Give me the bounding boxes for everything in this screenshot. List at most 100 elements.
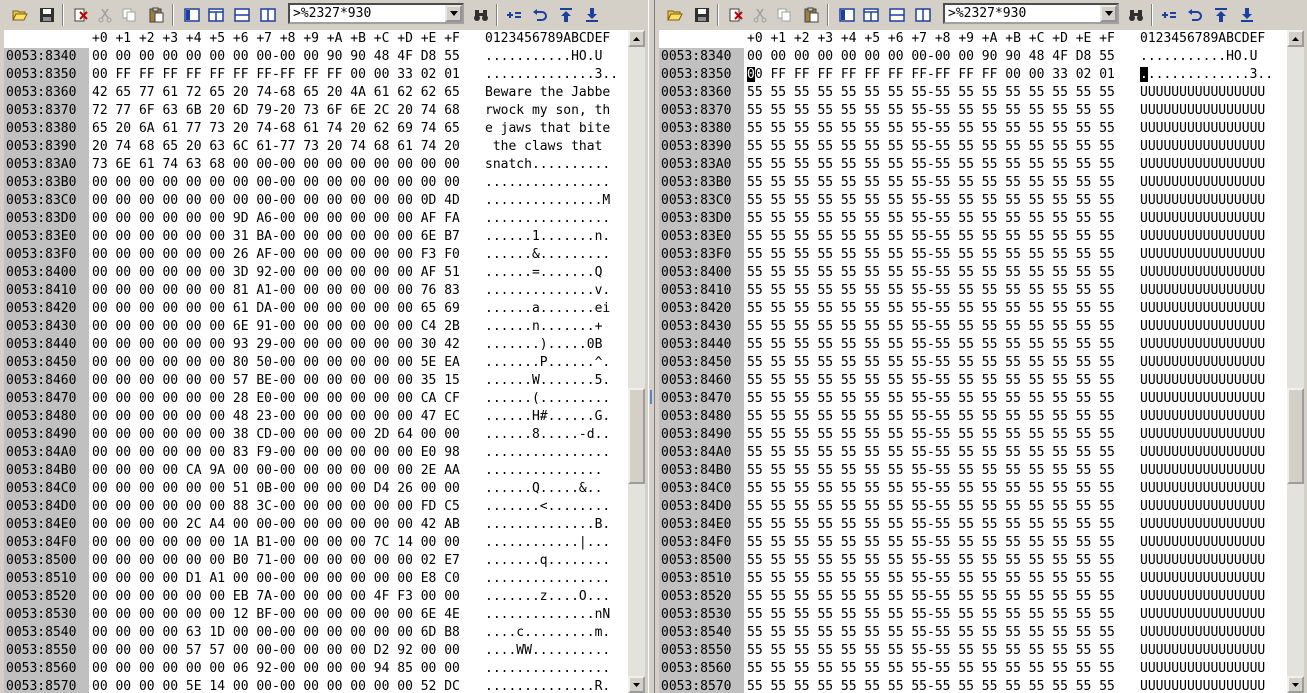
hex-row[interactable]: 0053:83E0 55 55 55 55 55 55 55 55-55 55 5… [659,228,1287,246]
hex-row[interactable]: 0053:8350 00 FF FF FF FF FF FF FF-FF FF F… [659,66,1287,84]
hex-row[interactable]: 0053:8570 00 00 00 00 5E 14 00 00-00 00 0… [4,678,628,693]
hex-row[interactable]: 0053:8360 42 65 77 61 72 65 20 74-68 65 2… [4,84,628,102]
hex-row[interactable]: 0053:8460 55 55 55 55 55 55 55 55-55 55 5… [659,372,1287,390]
hex-row[interactable]: 0053:8350 00 FF FF FF FF FF FF FF-FF FF F… [4,66,628,84]
hex-row[interactable]: 0053:8510 55 55 55 55 55 55 55 55-55 55 5… [659,570,1287,588]
row-hex-bytes[interactable]: 00 00 00 00 00 00 51 0B-00 00 00 00 D4 2… [92,480,460,498]
row-hex-bytes[interactable]: 55 55 55 55 55 55 55 55-55 55 55 55 55 5… [747,552,1115,570]
hex-row[interactable]: 0053:8490 55 55 55 55 55 55 55 55-55 55 5… [659,426,1287,444]
hex-row[interactable]: 0053:8390 20 74 68 65 20 63 6C 61-77 73 2… [4,138,628,156]
row-hex-bytes[interactable]: 55 55 55 55 55 55 55 55-55 55 55 55 55 5… [747,534,1115,552]
row-ascii[interactable]: .......<........ [485,498,610,516]
hex-row[interactable]: 0053:8410 55 55 55 55 55 55 55 55-55 55 5… [659,282,1287,300]
row-ascii[interactable]: ......&......... [485,246,610,264]
row-hex-bytes[interactable]: 00 00 00 00 00 00 26 AF-00 00 00 00 00 0… [92,246,460,264]
row-hex-bytes[interactable]: 00 00 00 00 00 00 00 00-00 00 90 90 48 4… [747,48,1115,66]
scroll-down-button[interactable] [1287,676,1304,693]
row-hex-bytes[interactable]: 00 00 00 00 00 00 81 A1-00 00 00 00 00 0… [92,282,460,300]
row-ascii[interactable]: UUUUUUUUUUUUUUUU [1140,624,1265,642]
row-hex-bytes[interactable]: 00 00 00 00 00 00 28 E0-00 00 00 00 00 0… [92,390,460,408]
cut-button[interactable] [94,4,116,26]
row-ascii[interactable]: .......q........ [485,552,610,570]
copy-button[interactable] [773,4,795,26]
hex-row[interactable]: 0053:8370 72 77 6F 63 6B 20 6D 79-20 73 6… [4,102,628,120]
row-hex-bytes[interactable]: 55 55 55 55 55 55 55 55-55 55 55 55 55 5… [747,282,1115,300]
hex-row[interactable]: 0053:8470 00 00 00 00 00 00 28 E0-00 00 0… [4,390,628,408]
hex-row[interactable]: 0053:84B0 00 00 00 00 CA 9A 00 00-00 00 0… [4,462,628,480]
row-hex-bytes[interactable]: 55 55 55 55 55 55 55 55-55 55 55 55 55 5… [747,624,1115,642]
row-ascii[interactable]: ..............B. [485,516,610,534]
paste-button[interactable] [145,4,167,26]
address-combobox[interactable] [943,3,1119,24]
row-hex-bytes[interactable]: 55 55 55 55 55 55 55 55-55 55 55 55 55 5… [747,570,1115,588]
find-button[interactable] [470,4,492,26]
view-split-vertical-button[interactable] [205,4,227,26]
row-ascii[interactable]: ....WW.......... [485,642,610,660]
row-hex-bytes[interactable]: 55 55 55 55 55 55 55 55-55 55 55 55 55 5… [747,102,1115,120]
row-hex-bytes[interactable]: 00 00 00 00 00 00 57 BE-00 00 00 00 00 0… [92,372,460,390]
row-hex-bytes[interactable]: 55 55 55 55 55 55 55 55-55 55 55 55 55 5… [747,444,1115,462]
hex-row[interactable]: 0053:8530 55 55 55 55 55 55 55 55-55 55 5… [659,606,1287,624]
undo-button[interactable] [1184,4,1206,26]
row-hex-bytes[interactable]: 20 74 68 65 20 63 6C 61-77 73 20 74 68 6… [92,138,460,156]
hex-row[interactable]: 0053:8550 55 55 55 55 55 55 55 55-55 55 5… [659,642,1287,660]
row-hex-bytes[interactable]: 55 55 55 55 55 55 55 55-55 55 55 55 55 5… [747,318,1115,336]
row-ascii[interactable]: ......(......... [485,390,610,408]
hex-row[interactable]: 0053:83C0 00 00 00 00 00 00 00 00-00 00 0… [4,192,628,210]
hex-row[interactable]: 0053:8470 55 55 55 55 55 55 55 55-55 55 5… [659,390,1287,408]
row-hex-bytes[interactable]: 00 00 00 00 5E 14 00 00-00 00 00 00 00 0… [92,678,460,693]
row-hex-bytes[interactable]: 00 00 00 00 00 00 00 00-00 00 90 90 48 4… [92,48,460,66]
row-hex-bytes[interactable]: 55 55 55 55 55 55 55 55-55 55 55 55 55 5… [747,606,1115,624]
row-hex-bytes[interactable]: 55 55 55 55 55 55 55 55-55 55 55 55 55 5… [747,156,1115,174]
row-ascii[interactable]: .......z....O... [485,588,610,606]
row-hex-bytes[interactable]: 55 55 55 55 55 55 55 55-55 55 55 55 55 5… [747,264,1115,282]
row-ascii[interactable]: UUUUUUUUUUUUUUUU [1140,300,1265,318]
hex-row[interactable]: 0053:84E0 55 55 55 55 55 55 55 55-55 55 5… [659,516,1287,534]
row-ascii[interactable]: ................ [485,174,610,192]
vertical-scrollbar[interactable] [628,30,645,693]
row-ascii[interactable]: UUUUUUUUUUUUUUUU [1140,678,1265,693]
row-ascii[interactable]: ...............M [485,192,610,210]
hex-row[interactable]: 0053:83F0 00 00 00 00 00 00 26 AF-00 00 0… [4,246,628,264]
row-hex-bytes[interactable]: 00 00 00 00 00 00 31 BA-00 00 00 00 00 0… [92,228,460,246]
scroll-thumb[interactable] [1287,388,1304,484]
hex-row[interactable]: 0053:8500 00 00 00 00 00 00 B0 71-00 00 0… [4,552,628,570]
row-ascii[interactable]: e jaws that bite [485,120,610,138]
hex-row[interactable]: 0053:8430 55 55 55 55 55 55 55 55-55 55 5… [659,318,1287,336]
hex-row[interactable]: 0053:8530 00 00 00 00 00 00 12 BF-00 00 0… [4,606,628,624]
row-ascii[interactable]: ..............3.. [485,66,618,84]
open-folder-button[interactable] [664,4,686,26]
row-hex-bytes[interactable]: 00 00 00 00 00 00 1A B1-00 00 00 00 7C 1… [92,534,460,552]
hex-row[interactable]: 0053:8410 00 00 00 00 00 00 81 A1-00 00 0… [4,282,628,300]
save-button[interactable] [691,4,713,26]
row-ascii[interactable]: ..............v. [485,282,610,300]
row-ascii[interactable]: UUUUUUUUUUUUUUUU [1140,120,1265,138]
hex-row[interactable]: 0053:8440 00 00 00 00 00 00 93 29-00 00 0… [4,336,628,354]
hex-row[interactable]: 0053:8540 00 00 00 00 63 1D 00 00-00 00 0… [4,624,628,642]
hex-row[interactable]: 0053:8520 00 00 00 00 00 00 EB 7A-00 00 0… [4,588,628,606]
row-hex-bytes[interactable]: 55 55 55 55 55 55 55 55-55 55 55 55 55 5… [747,408,1115,426]
hex-view[interactable]: +0 +1 +2 +3 +4 +5 +6 +7 +8 +9 +A +B +C +… [659,30,1287,693]
row-hex-bytes[interactable]: 55 55 55 55 55 55 55 55-55 55 55 55 55 5… [747,426,1115,444]
row-hex-bytes[interactable]: 00 00 00 00 00 00 38 CD-00 00 00 00 2D 6… [92,426,460,444]
hex-row[interactable]: 0053:84E0 00 00 00 00 2C A4 00 00-00 00 0… [4,516,628,534]
view-split-button[interactable] [912,4,934,26]
row-ascii[interactable]: the claws that [485,138,610,156]
row-hex-bytes[interactable]: 55 55 55 55 55 55 55 55-55 55 55 55 55 5… [747,480,1115,498]
row-ascii[interactable]: ...........HO.U [485,48,602,66]
pane-splitter[interactable] [648,0,655,693]
go-bottom-button[interactable] [581,4,603,26]
row-hex-bytes[interactable]: 55 55 55 55 55 55 55 55-55 55 55 55 55 5… [747,228,1115,246]
row-ascii[interactable]: ...........HO.U [1140,48,1257,66]
row-hex-bytes[interactable]: 55 55 55 55 55 55 55 55-55 55 55 55 55 5… [747,84,1115,102]
hex-row[interactable]: 0053:8440 55 55 55 55 55 55 55 55-55 55 5… [659,336,1287,354]
row-ascii[interactable]: UUUUUUUUUUUUUUUU [1140,498,1265,516]
row-ascii[interactable]: UUUUUUUUUUUUUUUU [1140,246,1265,264]
row-ascii[interactable]: ......1.......n. [485,228,610,246]
row-hex-bytes[interactable]: 55 55 55 55 55 55 55 55-55 55 55 55 55 5… [747,660,1115,678]
row-hex-bytes[interactable]: 55 55 55 55 55 55 55 55-55 55 55 55 55 5… [747,300,1115,318]
hex-row[interactable]: 0053:8400 00 00 00 00 00 00 3D 92-00 00 0… [4,264,628,282]
address-combobox[interactable] [288,3,464,24]
hex-row[interactable]: 0053:83F0 55 55 55 55 55 55 55 55-55 55 5… [659,246,1287,264]
row-ascii[interactable]: UUUUUUUUUUUUUUUU [1140,588,1265,606]
